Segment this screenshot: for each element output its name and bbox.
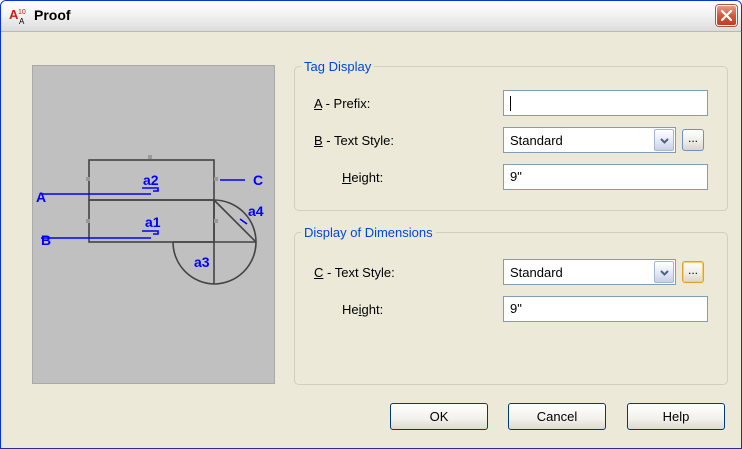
prefix-input[interactable]: [503, 90, 708, 116]
tag-a4: a4: [248, 203, 264, 219]
label-b: B: [41, 232, 51, 248]
preview-drawing: A B C a2 a1 a3 a4: [36, 155, 264, 285]
dim-text-style-select[interactable]: Standard: [503, 259, 676, 285]
window-title: Proof: [34, 7, 71, 23]
proof-dialog: A 10 A Proof A B C a2 a1 a3 a4 Tag Displ…: [0, 0, 742, 449]
label-c: C: [253, 172, 263, 188]
svg-text:A: A: [19, 17, 25, 25]
dim-text-style-label: C - Text Style:: [314, 265, 395, 280]
tag-a2: a2: [143, 172, 159, 188]
tag-text-style-value: Standard: [510, 133, 563, 148]
tag-a1: a1: [145, 214, 161, 230]
tag-height-label: Height:: [342, 170, 384, 185]
text-caret: [510, 96, 511, 112]
display-of-dimensions-legend: Display of Dimensions: [304, 225, 433, 240]
chevron-down-icon: [660, 138, 669, 144]
tag-a3: a3: [194, 254, 210, 270]
prefix-label: A - Prefix:: [314, 96, 371, 111]
tag-text-style-select[interactable]: Standard: [503, 127, 676, 153]
cancel-button[interactable]: Cancel: [508, 403, 606, 430]
tag-text-style-label: B - Text Style:: [314, 133, 394, 148]
title-bar: A 10 A Proof: [1, 1, 741, 32]
svg-text:10: 10: [18, 9, 26, 16]
dim-text-style-browse-button[interactable]: ...: [682, 261, 704, 283]
close-icon: [720, 9, 733, 22]
tag-text-style-dropdown-button[interactable]: [654, 129, 674, 151]
tag-text-style-browse-button[interactable]: ...: [682, 129, 704, 151]
chevron-down-icon: [660, 270, 669, 276]
dim-height-label: Height:: [342, 302, 384, 317]
tag-height-input[interactable]: 9": [503, 164, 708, 190]
app-icon: A 10 A: [9, 7, 26, 25]
dim-text-style-dropdown-button[interactable]: [654, 261, 674, 283]
close-button[interactable]: [716, 5, 737, 26]
preview-panel: A B C a2 a1 a3 a4: [32, 65, 275, 384]
label-a: A: [36, 189, 46, 205]
tag-display-legend: Tag Display: [304, 59, 372, 74]
dim-text-style-value: Standard: [510, 265, 563, 280]
ok-button[interactable]: OK: [390, 403, 488, 430]
dim-height-input[interactable]: 9": [503, 296, 708, 322]
help-button[interactable]: Help: [627, 403, 725, 430]
